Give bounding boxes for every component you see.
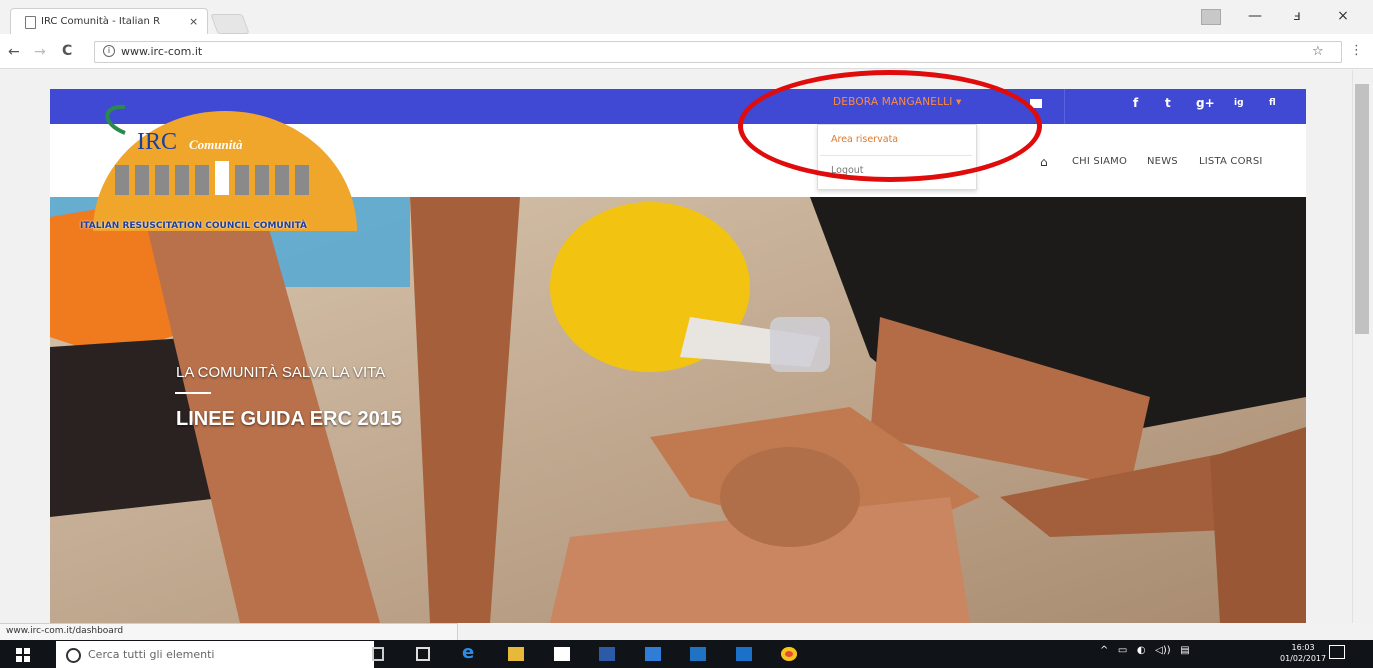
app-icon[interactable]	[736, 647, 752, 661]
scrollbar-thumb[interactable]	[1355, 84, 1369, 334]
address-bar[interactable]: i www.irc-com.it	[94, 41, 1342, 63]
instagram-icon[interactable]: ig	[1234, 98, 1244, 108]
facebook-icon[interactable]: f	[1133, 96, 1138, 110]
bookmark-star-icon[interactable]: ☆	[1312, 44, 1324, 59]
edge-browser-icon[interactable]: e	[462, 642, 478, 663]
status-bar: www.irc-com.it/dashboard	[0, 623, 458, 641]
tab-title: IRC Comunità - Italian R	[41, 16, 161, 27]
nav-link-lista-corsi[interactable]: LISTA CORSI	[1199, 156, 1263, 167]
taskbar-clock[interactable]: 16:03 01/02/2017	[1280, 642, 1326, 664]
system-tray[interactable]: ^ ▭ ◐ ◁)) ▤	[1100, 645, 1190, 656]
info-icon[interactable]: i	[103, 45, 115, 57]
forward-button[interactable]: →	[34, 44, 46, 60]
reload-button[interactable]: C	[62, 43, 72, 59]
taskbar-search-box[interactable]: Cerca tutti gli elementi	[56, 641, 374, 668]
clock-date: 01/02/2017	[1280, 654, 1327, 663]
word-icon[interactable]	[599, 647, 615, 661]
restore-button[interactable]: ⅎ	[1285, 8, 1309, 24]
irc-logo[interactable]: IRC Comunità	[85, 103, 365, 231]
cortana-icon	[66, 648, 81, 663]
hero-divider	[175, 392, 211, 394]
logo-comunita-text: Comunità	[189, 137, 243, 152]
hero-heading: LINEE GUIDA ERC 2015	[176, 408, 402, 430]
address-url: www.irc-com.it	[121, 45, 203, 58]
divider	[1064, 89, 1065, 124]
nav-link-chi-siamo[interactable]: CHI SIAMO	[1072, 156, 1127, 167]
flickr-icon[interactable]: fl	[1269, 98, 1276, 108]
tab-close-button[interactable]: ×	[189, 15, 198, 28]
outlook-icon[interactable]	[690, 647, 706, 661]
logo-irc-text: IRC	[137, 129, 177, 155]
clock-time: 16:03	[1291, 643, 1315, 652]
new-tab-button[interactable]	[210, 14, 250, 34]
back-button[interactable]: ←	[8, 44, 20, 60]
annotation-circle	[738, 70, 1042, 182]
file-explorer-icon[interactable]	[508, 647, 524, 661]
browser-menu-button[interactable]: ⋮	[1350, 43, 1363, 58]
notifications-icon[interactable]	[1329, 645, 1345, 659]
microphone-icon[interactable]	[372, 647, 384, 661]
mail-icon[interactable]	[645, 647, 661, 661]
page-icon	[25, 16, 36, 29]
chrome-icon[interactable]	[781, 647, 797, 661]
logo-subtitle: ITALIAN RESUSCITATION COUNCIL COMUNITÀ	[80, 221, 308, 231]
profile-icon[interactable]	[1201, 9, 1221, 25]
task-view-icon[interactable]	[416, 647, 430, 661]
browser-tab[interactable]: IRC Comunità - Italian R ×	[10, 8, 208, 35]
twitter-icon[interactable]: t	[1165, 96, 1171, 110]
taskbar-search-placeholder: Cerca tutti gli elementi	[88, 648, 215, 661]
nav-link-news[interactable]: NEWS	[1147, 156, 1178, 167]
windows-start-icon[interactable]	[16, 648, 30, 662]
store-icon[interactable]	[554, 647, 570, 661]
minimize-button[interactable]: —	[1243, 8, 1267, 24]
google-plus-icon[interactable]: g+	[1196, 96, 1215, 110]
close-window-button[interactable]: ×	[1331, 8, 1355, 24]
home-icon[interactable]: ⌂	[1040, 155, 1048, 169]
hero-tagline: LA COMUNITÀ SALVA LA VITA	[176, 364, 386, 381]
status-url: www.irc-com.it/dashboard	[6, 626, 124, 636]
